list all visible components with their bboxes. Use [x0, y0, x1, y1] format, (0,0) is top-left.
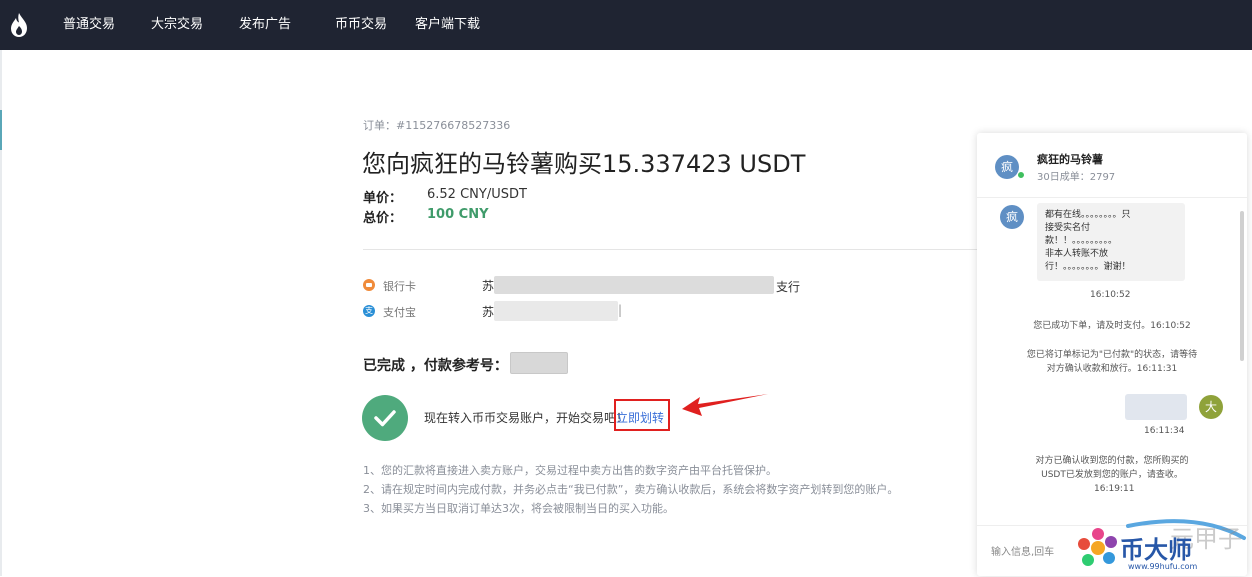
buyer-message-bubble-masked: [1125, 394, 1187, 420]
note-3: 3、如果买方当日取消订单达3次，将会被限制当日的买入功能。: [363, 502, 674, 515]
message-timestamp: 16:19:11: [1094, 484, 1135, 494]
left-edge-accent: [0, 110, 2, 150]
watermark-brand: 币大师: [1120, 536, 1192, 564]
system-message-marked-paid-line1: 您已将订单标记为"已付款"的状态，请等待: [1026, 350, 1198, 360]
note-1: 1、您的汇款将直接进入卖方账户，交易过程中卖方出售的数字资产由平台托管保护。: [363, 464, 777, 477]
chat-panel: 疯 疯狂的马铃薯 30日成单：2797 疯 都有在线。。。。。。。。只 接受实名…: [977, 133, 1247, 576]
note-2: 2、请在规定时间内完成付款，并务必点击“我已付款”，卖方确认收款后，系统会将数字…: [363, 483, 899, 496]
alipay-account-tail: |: [618, 303, 623, 317]
order-number: 订单：#115276678527336: [363, 119, 511, 132]
online-status-dot: [1017, 171, 1025, 179]
message-seller-avatar: 疯: [1000, 205, 1024, 229]
unit-price-label: 单价：: [363, 191, 403, 206]
chat-scrollbar[interactable]: [1240, 211, 1244, 361]
seller-message-line: 都有在线。。。。。。。。只: [1045, 210, 1131, 220]
seller-order-count: 30日成单：2797: [1037, 172, 1116, 183]
seller-message-line: 款！！。。。。。。。。。: [1045, 236, 1118, 246]
seller-message-line: 行！。。。。。。。。谢谢！: [1045, 262, 1131, 272]
system-message-order-placed: 您已成功下单，请及时支付。16:10:52: [1033, 321, 1191, 331]
watermark-url: www.99hufu.com: [1128, 562, 1198, 571]
check-icon: [362, 395, 408, 441]
chat-messages[interactable]: 疯 都有在线。。。。。。。。只 接受实名付 款！！。。。。。。。。。 非本人转账…: [977, 198, 1247, 523]
top-navigation-bar: 普通交易 大宗交易 发布广告 币币交易 客户端下载: [0, 0, 1252, 50]
seller-message-bubble: 都有在线。。。。。。。。只 接受实名付 款！！。。。。。。。。。 非本人转账不放…: [1037, 203, 1185, 281]
alipay-account-lead: 苏: [482, 305, 495, 319]
bank-account-masked: [494, 276, 774, 294]
message-timestamp: 16:11:34: [1144, 426, 1185, 436]
alipay-account-masked: [494, 301, 618, 321]
payment-reference-masked: [510, 352, 568, 374]
system-message-released-line1: 对方已确认收到您的付款，您所购买的: [1035, 456, 1189, 466]
bank-branch-suffix: 支行: [776, 280, 801, 294]
unit-price-value: 6.52 CNY/USDT: [427, 187, 527, 202]
section-divider: [363, 249, 978, 250]
alipay-label: 支付宝: [383, 306, 416, 319]
message-timestamp: 16:10:52: [1090, 290, 1131, 300]
seller-message-line: 非本人转账不放: [1045, 249, 1109, 259]
chat-header: 疯 疯狂的马铃薯 30日成单：2797: [977, 133, 1247, 198]
flame-logo-icon[interactable]: [9, 12, 29, 38]
highlight-frame: [614, 399, 670, 431]
bank-card-label: 银行卡: [383, 280, 416, 293]
nav-bulk-trade[interactable]: 大宗交易: [151, 0, 203, 50]
nav-coin-trade[interactable]: 币币交易: [335, 0, 387, 50]
transfer-prompt: 现在转入币币交易账户，开始交易吧！: [424, 411, 629, 425]
nav-ordinary-trade[interactable]: 普通交易: [63, 0, 115, 50]
nav-post-ad[interactable]: 发布广告: [239, 0, 291, 50]
seller-avatar: 疯: [995, 155, 1019, 179]
payment-status-text: 已完成 ，付款参考号：: [363, 358, 508, 374]
total-price-label: 总价：: [363, 211, 403, 226]
seller-name[interactable]: 疯狂的马铃薯: [1037, 151, 1103, 167]
seller-message-line: 接受实名付: [1045, 223, 1091, 233]
alipay-icon: 支: [363, 305, 375, 317]
nav-client-download[interactable]: 客户端下载: [415, 0, 480, 50]
system-message-released-line2: USDT已发放到您的账户，请查收。: [1041, 470, 1183, 480]
total-price-value: 100 CNY: [427, 207, 489, 222]
red-arrow-icon: [682, 394, 768, 416]
buyer-avatar: 大: [1199, 395, 1223, 419]
bank-account-lead: 苏: [482, 279, 495, 293]
page-title: 您向疯狂的马铃薯购买15.337423 USDT: [362, 150, 806, 178]
bank-card-icon: [363, 279, 375, 291]
system-message-marked-paid-line2: 对方确认收款和放行。16:11:31: [1046, 364, 1178, 374]
